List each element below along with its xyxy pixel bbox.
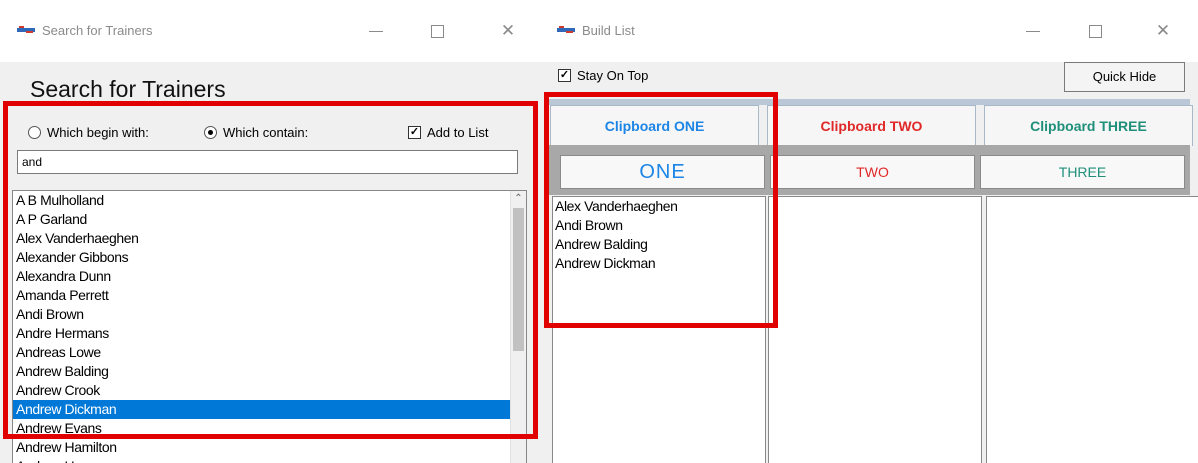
build-list-window: Build List ✕ ✓ Stay On Top Quick Hide Cl… [540,0,1198,463]
radio-begin-with-label: Which begin with: [47,125,149,140]
clipboard-one-item[interactable]: Andi Brown [553,216,765,235]
trainer-list-item[interactable]: Andi Brown [13,305,510,324]
radio-begin-with-circle[interactable] [28,126,41,139]
minimize-button[interactable] [353,14,399,48]
radio-contain-label: Which contain: [223,125,309,140]
maximize-button[interactable] [1072,14,1118,48]
clipboard-one-item[interactable]: Alex Vanderhaeghen [553,197,765,216]
scrollbar-thumb[interactable] [513,208,524,351]
trainer-list-item[interactable]: Andrew Dickman [13,400,510,419]
window-title: Build List [582,23,635,38]
trainer-list-item[interactable]: Andreas Lowe [13,343,510,362]
add-to-list-checkbox[interactable]: ✓ Add to List [408,125,488,140]
trainer-list-item[interactable]: Alex Vanderhaeghen [13,229,510,248]
radio-contain[interactable]: Which contain: [204,125,308,140]
list-one-button[interactable]: ONE [560,155,765,189]
trainer-list[interactable]: A B Mulholland A P Garland Alex Vanderhaeg… [12,190,527,463]
trainer-list-item[interactable]: Alexandra Dunn [13,267,510,286]
radio-begin-with[interactable]: Which begin with: [28,125,149,140]
trainer-list-item[interactable]: A P Garland [13,210,510,229]
list-three-button[interactable]: THREE [980,155,1185,189]
clipboard-two-list[interactable] [768,196,982,463]
close-button[interactable]: ✕ [1140,14,1186,48]
trainer-list-item[interactable]: Andrew Crook [13,381,510,400]
add-to-list-check-icon[interactable]: ✓ [408,126,421,139]
maximize-icon [1088,24,1102,38]
close-icon: ✕ [500,21,516,40]
clipboard-one-button[interactable]: Clipboard ONE [550,105,759,146]
trainer-list-item[interactable]: A B Mulholland [13,191,510,210]
clipboard-one-item[interactable]: Andrew Dickman [553,254,765,273]
app-icon [557,26,575,33]
trainer-list-item[interactable]: Andre Hermans [13,324,510,343]
trainer-list-item[interactable]: Andrew Balding [13,362,510,381]
close-button[interactable]: ✕ [485,14,531,48]
divider [8,105,532,106]
title-bar: Search for Trainers ✕ [0,0,540,62]
clipboard-three-button[interactable]: Clipboard THREE [984,105,1193,146]
minimize-button[interactable] [1010,14,1056,48]
list-two-button[interactable]: TWO [770,155,975,189]
clipboard-one-item[interactable]: Andrew Balding [553,235,765,254]
trainer-list-items: A B Mulholland A P Garland Alex Vanderhaeg… [13,191,510,463]
trainer-list-item[interactable]: Amanda Perrett [13,286,510,305]
trainer-list-item[interactable]: Andrew Hay [13,457,510,463]
trainer-list-item[interactable]: Andrew Hamilton [13,438,510,457]
clipboard-two-button[interactable]: Clipboard TWO [767,105,976,146]
stay-on-top-check-icon[interactable]: ✓ [558,69,571,82]
minimize-icon [1026,30,1040,32]
maximize-icon [430,24,444,38]
scroll-up-icon[interactable]: ⌃ [511,191,526,206]
search-trainers-window: Search for Trainers ✕ Search for Trainer… [0,0,541,463]
maximize-button[interactable] [414,14,460,48]
scrollbar[interactable]: ⌃ [510,191,526,463]
trainer-list-item[interactable]: Alexander Gibbons [13,248,510,267]
stay-on-top-label: Stay On Top [577,68,649,83]
clipboard-three-list[interactable] [986,196,1198,463]
title-bar: Build List ✕ [540,0,1198,62]
minimize-icon [369,30,383,32]
page-title: Search for Trainers [30,76,226,102]
window-title: Search for Trainers [42,23,153,38]
quick-hide-button[interactable]: Quick Hide [1064,62,1185,92]
clipboard-one-list[interactable]: Alex Vanderhaeghen Andi Brown Andrew Baldi… [552,196,766,463]
stay-on-top-checkbox[interactable]: ✓ Stay On Top [558,68,648,83]
search-input[interactable] [17,150,518,174]
add-to-list-label: Add to List [427,125,489,140]
app-icon [17,26,35,33]
trainer-list-item[interactable]: Andrew Evans [13,419,510,438]
radio-contain-circle[interactable] [204,126,217,139]
close-icon: ✕ [1155,21,1171,40]
